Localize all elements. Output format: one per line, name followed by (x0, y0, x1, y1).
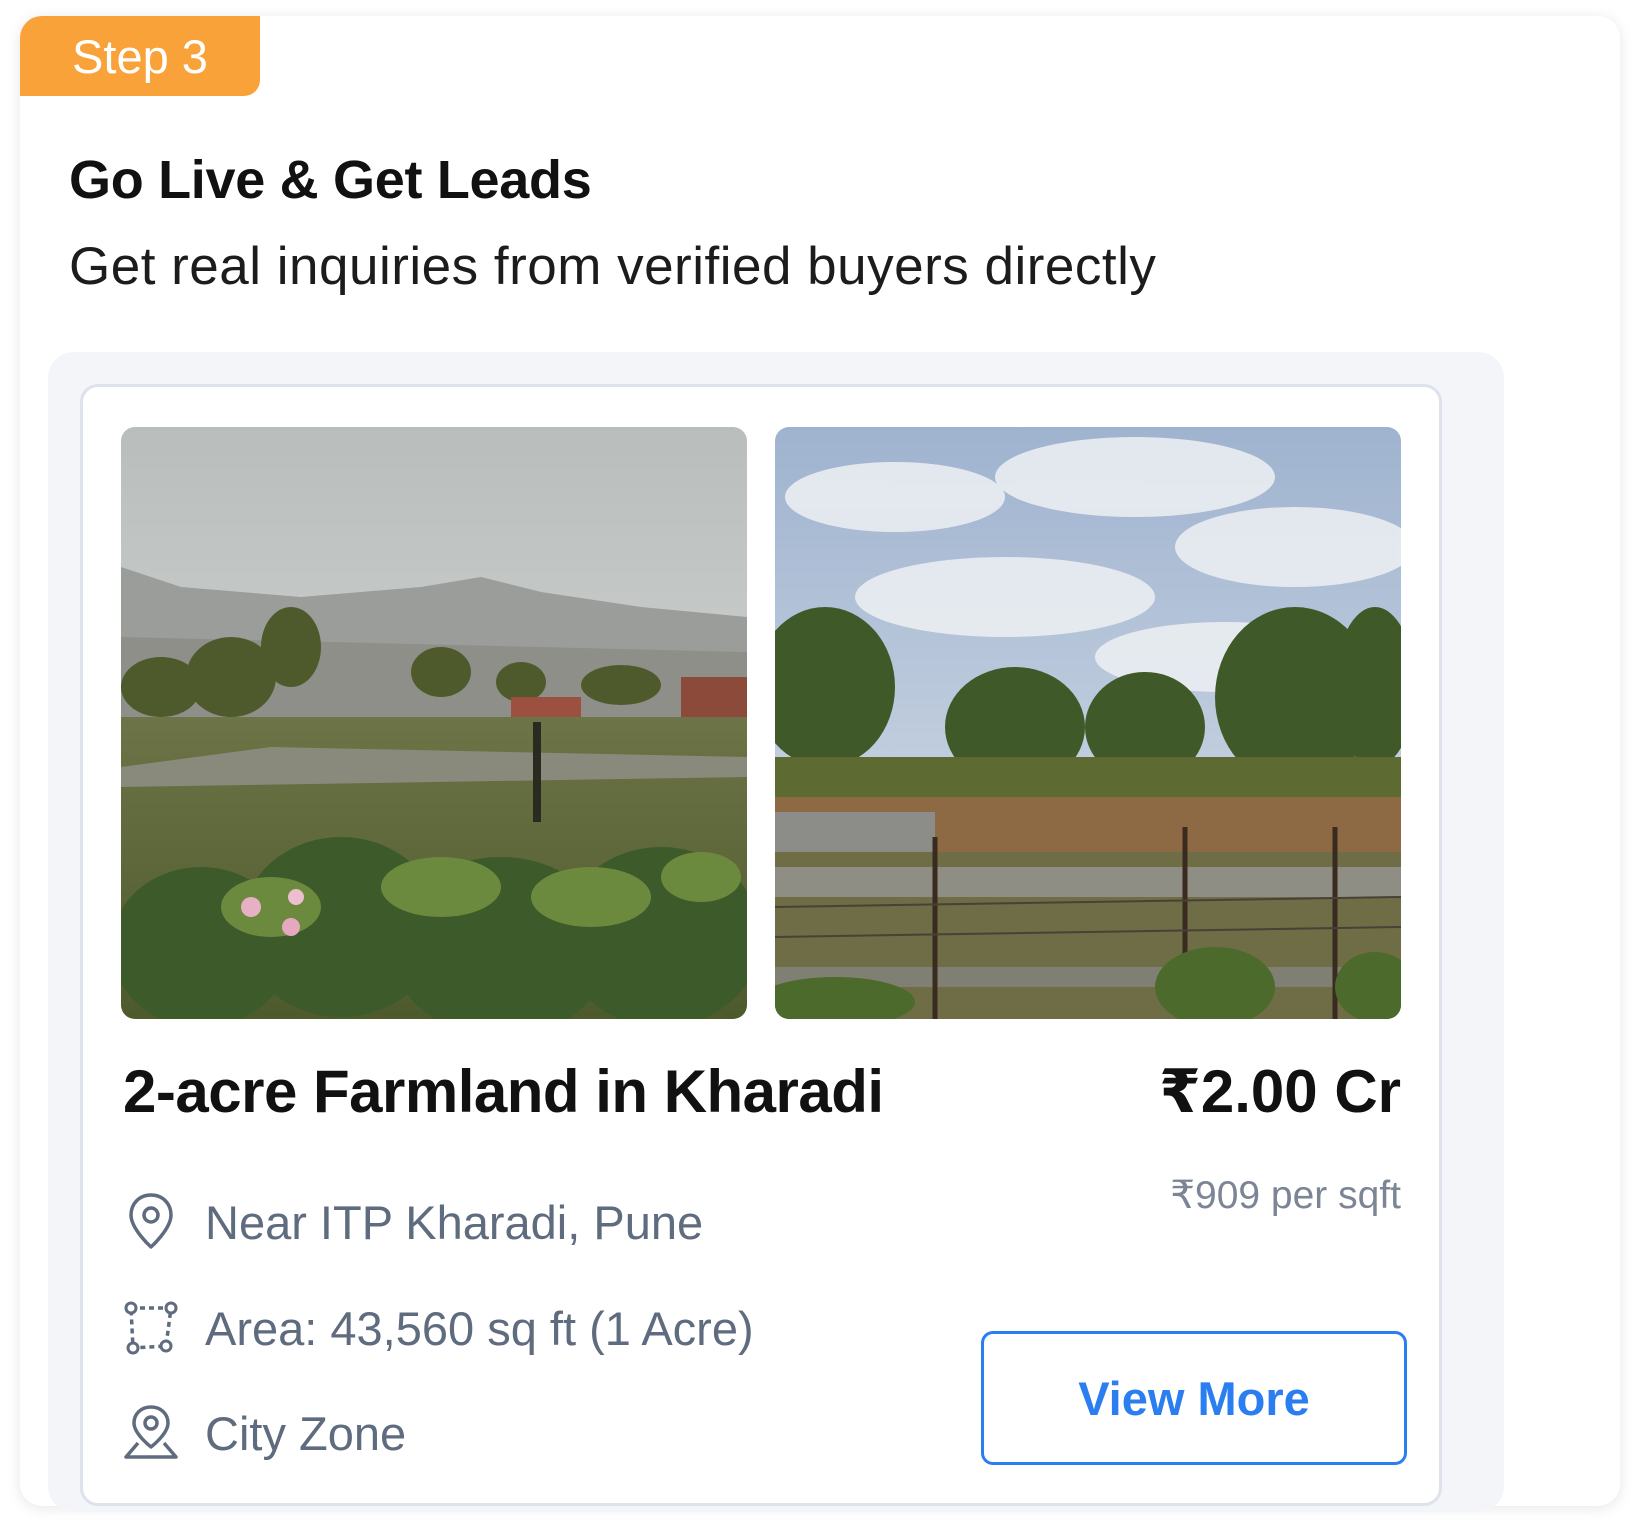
location-row: Near ITP Kharadi, Pune (121, 1187, 703, 1257)
zone-row: City Zone (121, 1398, 406, 1468)
map-pin-icon (121, 1187, 181, 1257)
view-more-button[interactable]: View More (981, 1331, 1407, 1465)
step-subtitle: Get real inquiries from verified buyers … (69, 237, 1157, 296)
step-badge: Step 3 (20, 16, 260, 96)
area-polygon-icon (121, 1293, 181, 1363)
property-photo-1[interactable] (121, 427, 747, 1019)
location-marker-icon (121, 1398, 181, 1468)
zone-text: City Zone (205, 1406, 407, 1460)
area-row: Area: 43,560 sq ft (1 Acre) (121, 1293, 754, 1363)
step-title: Go Live & Get Leads (69, 150, 592, 210)
listing-price: ₹2.00 Cr (1159, 1058, 1401, 1125)
price-per-sqft: ₹909 per sqft (1170, 1174, 1401, 1217)
area-text: Area: 43,560 sq ft (1 Acre) (205, 1301, 754, 1355)
location-text: Near ITP Kharadi, Pune (205, 1195, 704, 1249)
listing-title: 2-acre Farmland in Kharadi (123, 1058, 884, 1125)
farmland-mountain-photo (121, 427, 747, 1019)
farmland-fenced-photo (775, 427, 1401, 1019)
property-listing-card: 2-acre Farmland in Kharadi ₹2.00 Cr ₹909… (80, 384, 1442, 1506)
property-photo-2[interactable] (775, 427, 1401, 1019)
